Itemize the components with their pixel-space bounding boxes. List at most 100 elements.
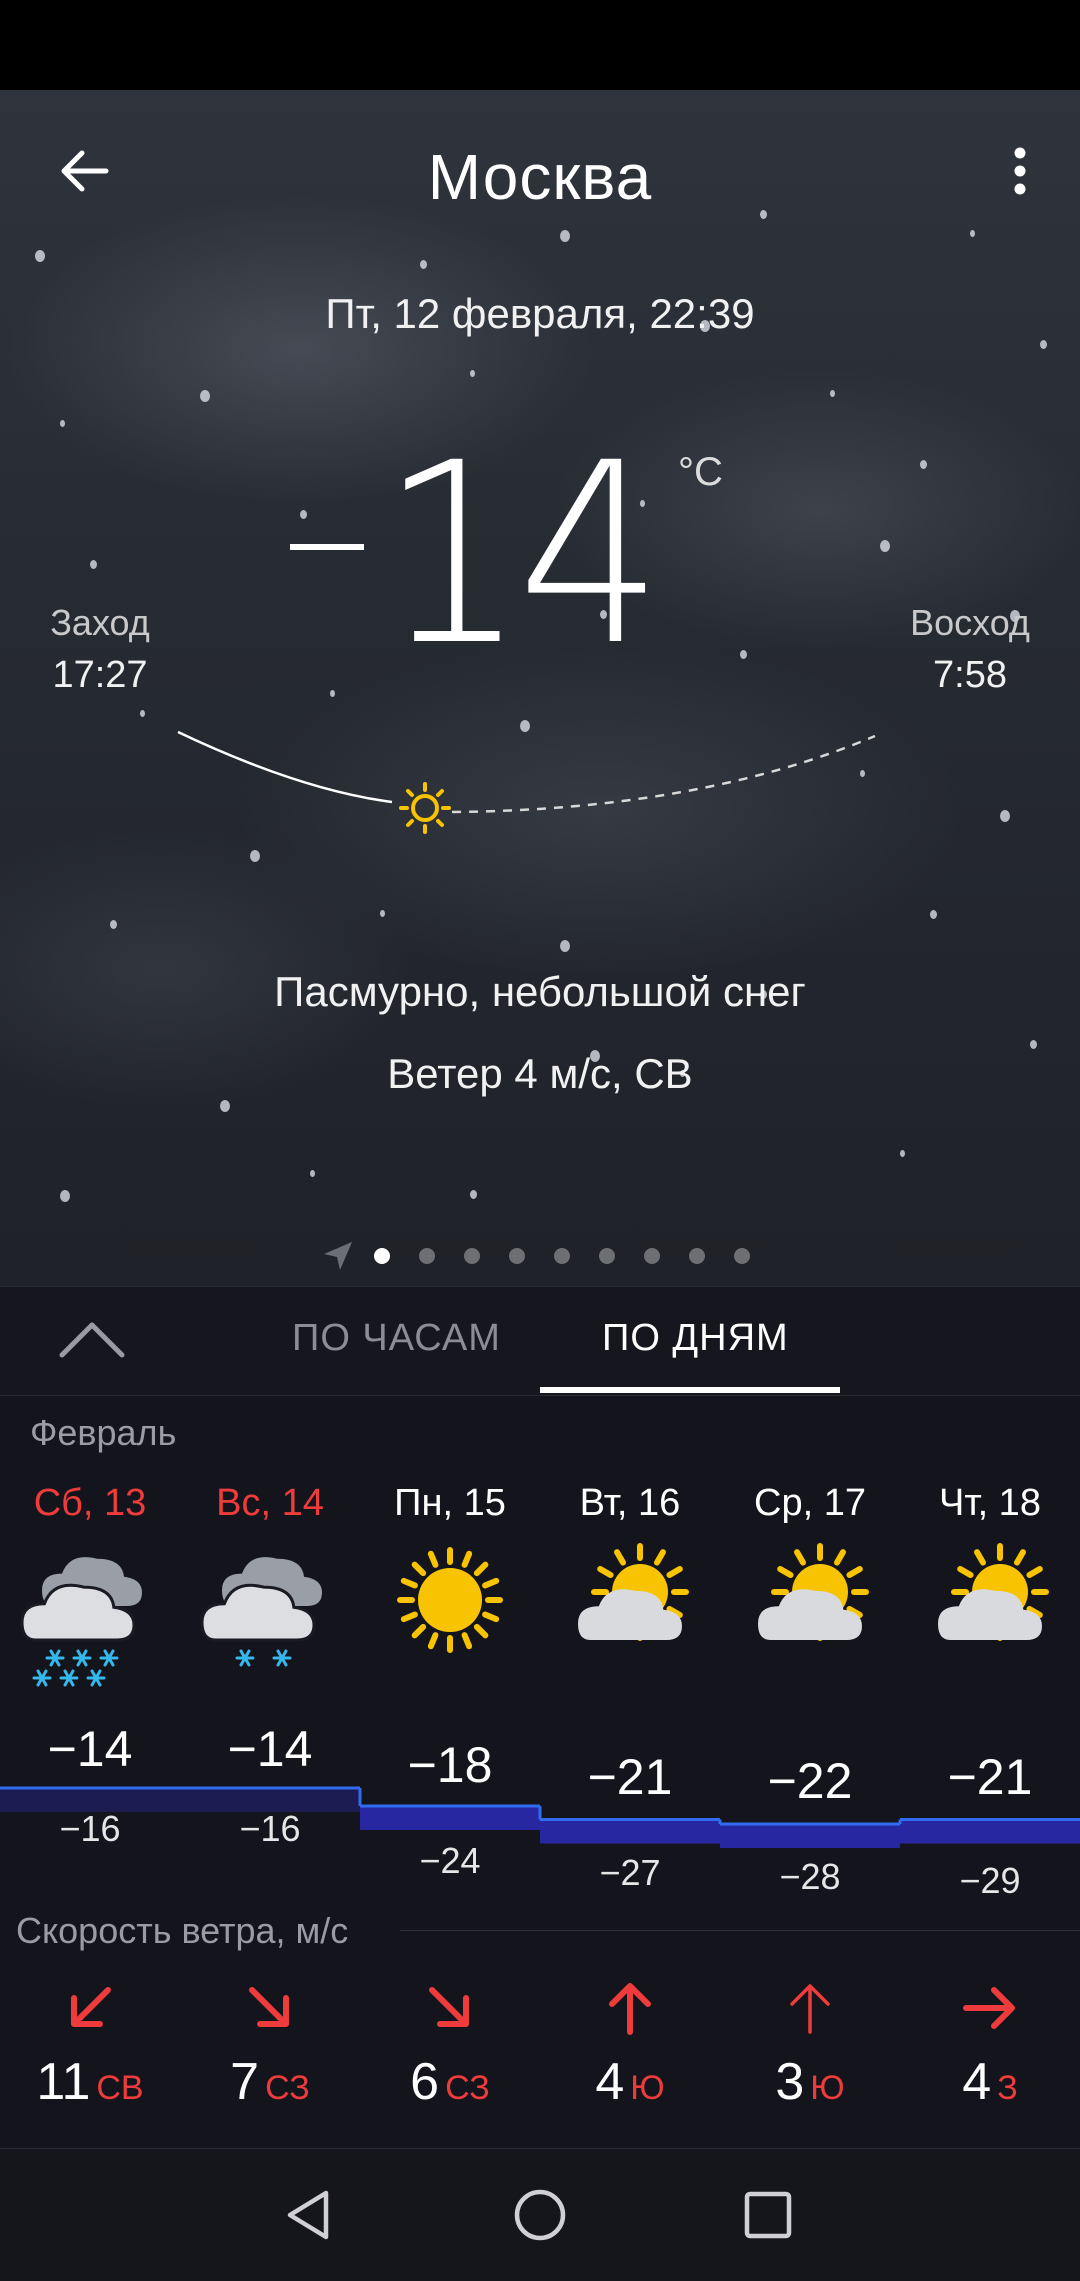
month-label: Февраль [30, 1412, 177, 1453]
arrow-down-left-icon [71, 1987, 111, 2027]
arrow-right-icon [963, 1987, 1015, 2029]
snowflake-decoration [200, 390, 210, 402]
wind-direction: Ю [630, 2069, 665, 2107]
wind-value: 6 СЗ [360, 2052, 540, 2112]
day-column[interactable]: Чт, 18 [900, 1482, 1080, 1525]
wind-direction: СЗ [265, 2069, 310, 2107]
page-indicator[interactable] [0, 1240, 1080, 1270]
day-name: Вт, 16 [579, 1482, 681, 1524]
chevron-up-icon[interactable] [56, 1307, 128, 1379]
day-name: Вс, 14 [216, 1482, 324, 1524]
day-column[interactable]: Вс, 14 [180, 1482, 360, 1525]
day-name: Сб, 13 [33, 1482, 147, 1524]
page-dot[interactable] [689, 1248, 705, 1264]
wind-direction: СВ [96, 2069, 144, 2107]
wind-speed: 3 [775, 2053, 805, 2111]
forecast-tabs: ПО ЧАСАМ ПО ДНЯМ [0, 1286, 1080, 1396]
day-column[interactable]: Пн, 15 [360, 1482, 540, 1525]
arrow-up-icon [790, 1984, 830, 2034]
tab-daily[interactable]: ПО ДНЯМ [602, 1317, 789, 1360]
square-recents-icon [744, 2191, 792, 2239]
wind-value: 7 СЗ [180, 2052, 360, 2112]
temperature-band [180, 1788, 360, 1812]
snowflake-decoration [220, 1100, 230, 1112]
day-weather-icon-box [180, 1540, 360, 1690]
current-datetime: Пт, 12 февраля, 22:39 [325, 290, 755, 337]
cloud-heavy-snow-icon [20, 1557, 142, 1687]
city-title: Москва [427, 141, 653, 213]
nav-recents-button[interactable] [732, 2179, 804, 2251]
wind-speed: 6 [410, 2053, 440, 2111]
snowflake-decoration [60, 420, 65, 427]
tab-active-indicator [540, 1387, 840, 1393]
wind-speed: 7 [230, 2053, 260, 2111]
day-weather-icon-box [540, 1540, 720, 1690]
day-name: Пн, 15 [394, 1482, 506, 1524]
wind-speed: 11 [36, 2053, 91, 2111]
page-dot[interactable] [464, 1248, 480, 1264]
arrow-up-icon [609, 1983, 651, 2035]
snowflake-decoration [900, 1150, 905, 1157]
wind-column: 3Ю [720, 1978, 900, 2112]
sun-path-arc [177, 730, 876, 834]
wind-direction: СЗ [445, 2069, 490, 2107]
location-arrow-icon [324, 1242, 352, 1270]
snowflake-decoration [310, 1170, 315, 1177]
day-name: Чт, 18 [939, 1482, 1041, 1524]
page-dot[interactable] [374, 1248, 390, 1264]
sunrise-time: 7:58 [933, 654, 1007, 696]
temperature-unit: °C [678, 450, 723, 494]
wind-speed: 4 [595, 2053, 625, 2111]
wind-column: 11 СВ [0, 1978, 180, 2112]
wind-speed: 4 [962, 2053, 992, 2111]
snowflake-decoration [930, 910, 937, 919]
wind-value: 4З [900, 2052, 1080, 2112]
sun-position-icon [399, 782, 451, 834]
sunset-time: 17:27 [52, 654, 148, 696]
circle-home-icon [514, 2189, 566, 2241]
wind-value: 11 СВ [0, 2052, 180, 2112]
snowflake-decoration [1040, 340, 1047, 349]
sunrise-label: Восход [910, 602, 1030, 643]
page-dot[interactable] [554, 1248, 570, 1264]
arrow-down-right-icon [249, 1987, 289, 2027]
snowflake-decoration [970, 230, 975, 237]
page-dot[interactable] [644, 1248, 660, 1264]
page-dot[interactable] [599, 1248, 615, 1264]
tab-hourly[interactable]: ПО ЧАСАМ [292, 1317, 501, 1360]
page-dot[interactable] [509, 1248, 525, 1264]
day-weather-icon-box [360, 1540, 540, 1690]
wind-value: 3Ю [720, 2052, 900, 2112]
snowflake-decoration [380, 910, 385, 917]
wind-direction: З [997, 2069, 1018, 2107]
snowflake-decoration [470, 1190, 477, 1199]
more-options-button[interactable] [984, 135, 1056, 207]
day-column[interactable]: Ср, 17 [720, 1482, 900, 1525]
nav-home-button[interactable] [504, 2179, 576, 2251]
temperature-band [720, 1824, 900, 1848]
status-bar [0, 0, 1080, 90]
snowflake-decoration [110, 920, 117, 929]
snowflake-decoration [420, 260, 427, 269]
sunset-label: Заход [50, 602, 150, 643]
day-column[interactable]: Вт, 16 [540, 1482, 720, 1525]
wind-column: 4З [900, 1978, 1080, 2112]
day-name: Ср, 17 [754, 1482, 866, 1524]
nav-back-button[interactable] [272, 2179, 344, 2251]
wind-direction: Ю [810, 2069, 845, 2107]
snowflake-decoration [35, 250, 45, 262]
page-dot[interactable] [734, 1248, 750, 1264]
snowflake-decoration [330, 690, 335, 697]
system-nav-bar [0, 2148, 1080, 2281]
temperature-value: 14 [380, 409, 663, 700]
divider [400, 1930, 1080, 1931]
more-vertical-icon [1014, 147, 1026, 195]
wind-section-title: Скорость ветра, м/с [16, 1910, 349, 1951]
day-column[interactable]: Сб, 13 [0, 1482, 180, 1525]
page-dot[interactable] [419, 1248, 435, 1264]
temperature-band [900, 1819, 1080, 1844]
snowflake-decoration [470, 370, 475, 377]
wind-column: 7 СЗ [180, 1978, 360, 2112]
snowflake-decoration [1030, 1040, 1037, 1049]
partly-cloudy-icon [758, 1543, 869, 1641]
